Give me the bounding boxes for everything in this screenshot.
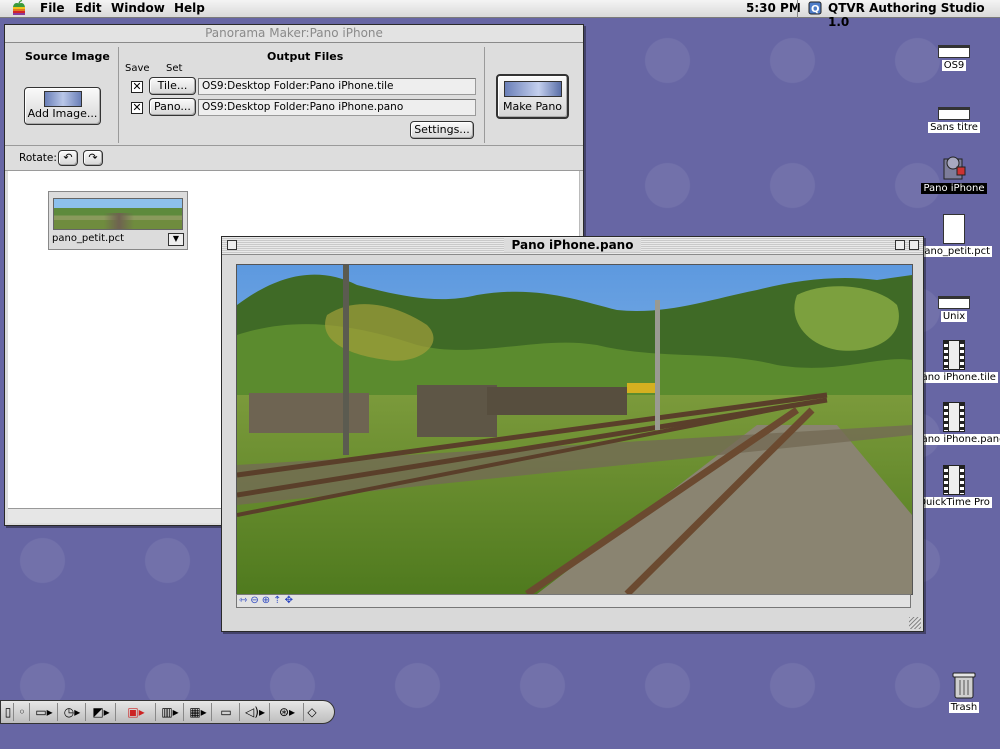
desktop-icon-label: Pano iPhone.pano [914,434,1000,445]
control-strip: ▯ ◦ ▭▸ ◷▸ ◩▸ ▣▸ ▥▸ ▦▸ ▭ ◁)▸ ⊛▸ ◇ [0,700,335,724]
control-strip-end-icon[interactable]: ◇ [305,703,319,721]
desktop-icon-unix[interactable]: Unix [914,296,994,322]
clock-icon[interactable]: ◷▸ [59,703,86,721]
cd-icon[interactable]: ◦ [15,703,30,721]
output-files-heading: Output Files [267,50,344,63]
remote-access-icon[interactable]: ⊛▸ [271,703,304,721]
rotate-right-icon: ↷ [88,151,98,164]
qtvr-application-icon [941,153,967,181]
rotate-label: Rotate: [19,152,57,164]
chevron-down-icon[interactable]: ▼ [168,233,184,246]
document-icon [943,214,965,244]
movie-file-icon [943,465,965,495]
menu-clock[interactable]: 5:30 PM [746,1,801,15]
svg-text:Q: Q [811,4,820,15]
rotate-counterclockwise-button[interactable]: ↶ [58,150,78,166]
menu-help[interactable]: Help [174,1,205,15]
application-name[interactable]: QTVR Authoring Studio 1.0 [828,1,1000,29]
panorama-thumbnail-icon [43,91,82,107]
desktop-icon-trash[interactable]: Trash [924,670,1000,713]
location-manager-icon[interactable]: ▦▸ [185,703,212,721]
save-pano-checkbox[interactable]: ✕ [131,102,143,114]
desktop-icon-sans-titre[interactable]: Sans titre [914,107,994,133]
desktop-icon-label: Unix [940,311,968,322]
rotate-left-icon: ↶ [63,151,73,164]
control-strip-tab-icon[interactable]: ▯ [3,703,14,721]
panorama-view[interactable] [236,264,913,595]
window-title: Pano iPhone.pano [503,238,642,252]
window-title: Panorama Maker:Pano iPhone [197,26,391,40]
desktop-icon-label: pano_petit.pct [916,246,992,257]
pano-button[interactable]: Pano... [149,98,196,116]
source-image-heading: Source Image [25,50,110,63]
sound-volume-icon[interactable]: ◁)▸ [241,703,270,721]
panorama-maker-titlebar[interactable]: Panorama Maker:Pano iPhone [5,25,583,43]
zoom-in-icon[interactable]: ⊕ [262,595,273,606]
desktop-icon-label: Sans titre [928,122,980,133]
save-column-label: Save [125,63,150,74]
file-sharing-icon[interactable]: ◩▸ [87,703,116,721]
desktop-icon-pano-iphone-tile[interactable]: Pano iPhone.tile [914,340,998,383]
trash-icon [951,670,977,700]
movie-file-icon [943,340,965,370]
apple-menu-icon[interactable] [12,0,26,20]
make-pano-icon [503,81,562,97]
pano-path-field[interactable]: OS9:Desktop Folder:Pano iPhone.pano [198,99,476,116]
set-column-label: Set [166,63,183,74]
resize-handle-icon[interactable] [909,617,921,629]
menu-bar: File Edit Window Help 5:30 PM Q QTVR Aut… [0,0,1000,29]
desktop-icon-pano-petit[interactable]: pano_petit.pct [914,214,994,257]
menu-file[interactable]: File [40,1,65,15]
make-pano-button[interactable]: Make Pano [496,74,569,119]
menu-window[interactable]: Window [111,1,165,15]
hotspot-icon[interactable]: ⇡ [273,595,284,606]
add-image-button[interactable]: Add Image... [24,87,101,125]
tile-path-field[interactable]: OS9:Desktop Folder:Pano iPhone.tile [198,78,476,95]
make-pano-label: Make Pano [502,100,563,113]
zoom-box-icon[interactable] [895,240,905,250]
pan-icon[interactable]: ⇿ [239,595,250,606]
movie-file-icon [943,402,965,432]
source-image-tile[interactable]: pano_petit.pct ▼ [48,191,188,250]
application-menu-icon[interactable]: Q [808,1,824,19]
add-image-label: Add Image... [27,107,98,120]
move-icon[interactable]: ✥ [285,595,296,606]
monitor-icon[interactable]: ▭▸ [31,703,58,721]
desktop-icon-label: Pano iPhone.tile [914,372,998,383]
desktop-icon-label: Pano iPhone [921,183,987,194]
close-box-icon[interactable] [227,240,237,250]
color-depth-icon[interactable]: ▥▸ [157,703,184,721]
desktop-icon-quicktime-pro[interactable]: QuickTime Pro [914,465,994,508]
desktop-icon-label: Trash [948,702,980,713]
printer-icon[interactable]: ▭ [213,703,240,721]
desktop-icon-pano-iphone-pano[interactable]: Pano iPhone.pano [914,402,1000,445]
collapse-box-icon[interactable] [909,240,919,250]
hard-disk-icon [938,45,970,58]
menu-edit[interactable]: Edit [75,1,102,15]
qtvr-controller-bar: ⇿⊖⊕⇡✥ [236,594,911,608]
appletalk-icon[interactable]: ▣▸ [117,703,156,721]
pano-viewer-window: Pano iPhone.pano ⇿⊖⊕⇡✥ [221,236,924,632]
settings-button[interactable]: Settings... [410,121,474,139]
pano-viewer-titlebar[interactable]: Pano iPhone.pano [222,237,923,255]
save-tile-checkbox[interactable]: ✕ [131,81,143,93]
desktop-icon-os9[interactable]: OS9 [914,45,994,71]
hard-disk-icon [938,107,970,120]
desktop-icon-label: OS9 [941,60,967,71]
source-image-filename: pano_petit.pct [52,233,124,244]
rotate-clockwise-button[interactable]: ↷ [83,150,103,166]
tile-button[interactable]: Tile... [149,77,196,95]
hard-disk-icon [938,296,970,309]
desktop-icon-pano-iphone[interactable]: Pano iPhone [914,153,994,194]
desktop-icon-label: QuickTime Pro [916,497,992,508]
zoom-out-icon[interactable]: ⊖ [250,595,261,606]
source-image-thumbnail [53,198,183,230]
